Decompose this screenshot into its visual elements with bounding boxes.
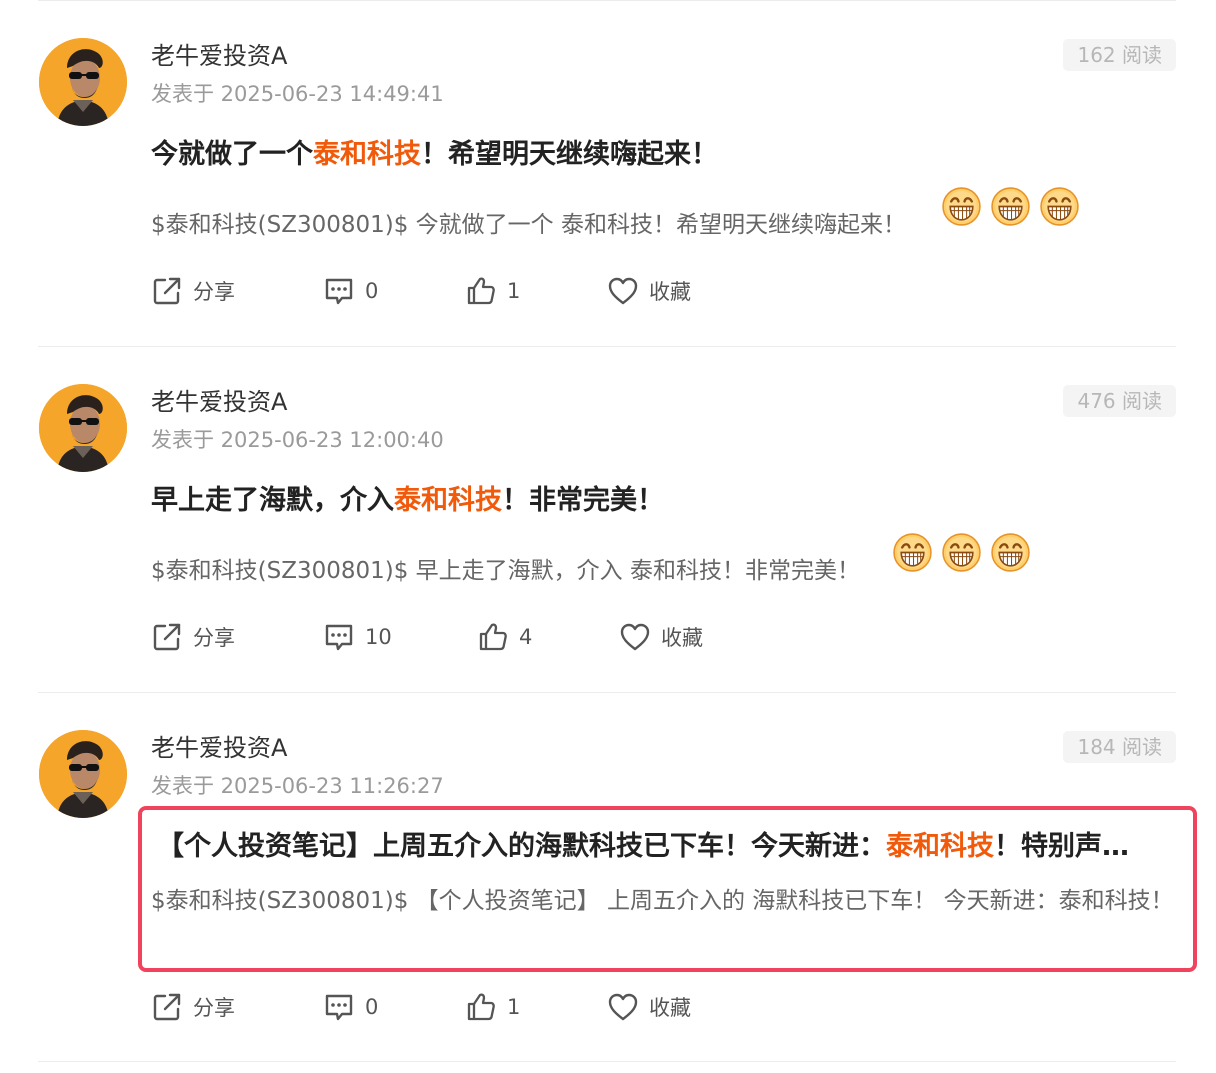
favorite-icon <box>607 275 639 307</box>
like-button[interactable]: 1 <box>465 986 520 1028</box>
favorite-button[interactable]: 收藏 <box>619 616 703 658</box>
like-icon <box>465 275 497 307</box>
favorite-icon <box>619 621 651 653</box>
action-bar: 分享 0 1 收藏 <box>151 986 851 1028</box>
post-content[interactable]: $泰和科技(SZ300801)$ 早上走了海默，介入 泰和科技！非常完美！ <box>151 554 860 588</box>
like-count: 1 <box>507 279 521 303</box>
comment-count: 0 <box>365 995 379 1019</box>
share-label: 分享 <box>193 626 235 650</box>
post-title[interactable]: 【个人投资笔记】上周五介入的海默科技已下车！今天新进：泰和科技！特别声… <box>157 828 1162 866</box>
comment-button[interactable]: 0 <box>323 270 378 312</box>
like-count: 1 <box>507 995 521 1019</box>
post-title[interactable]: 今就做了一个泰和科技！希望明天继续嗨起来！ <box>151 136 718 174</box>
title-text: ！希望明天继续嗨起来！ <box>421 139 718 170</box>
stock-highlight[interactable]: 泰和科技 <box>886 831 994 862</box>
comment-button[interactable]: 10 <box>323 616 392 658</box>
read-count-badge: 162 阅读 <box>1063 39 1176 71</box>
title-text: 【个人投资笔记】上周五介入的海默科技已下车！今天新进： <box>157 831 886 862</box>
author-name[interactable]: 老牛爱投资A <box>151 732 287 764</box>
avatar-image <box>39 730 127 818</box>
favorite-label: 收藏 <box>649 280 691 304</box>
favorite-button[interactable]: 收藏 <box>607 986 691 1028</box>
comment-count: 0 <box>365 279 379 303</box>
like-button[interactable]: 4 <box>477 616 532 658</box>
like-button[interactable]: 1 <box>465 270 520 312</box>
author-name[interactable]: 老牛爱投资A <box>151 40 287 72</box>
comment-icon <box>323 275 355 307</box>
comment-button[interactable]: 0 <box>323 986 378 1028</box>
post-content[interactable]: $泰和科技(SZ300801)$ 【个人投资笔记】 上周五介入的 海默科技已下车… <box>151 880 1181 922</box>
share-button[interactable]: 分享 <box>151 270 235 312</box>
post-content[interactable]: $泰和科技(SZ300801)$ 今就做了一个 泰和科技！希望明天继续嗨起来！ <box>151 208 906 242</box>
author-name[interactable]: 老牛爱投资A <box>151 386 287 418</box>
favorite-icon <box>607 991 639 1023</box>
share-icon <box>151 621 183 653</box>
title-text: 今就做了一个 <box>151 139 313 170</box>
grinning-emoji-icon <box>1039 186 1080 227</box>
like-icon <box>477 621 509 653</box>
action-bar: 分享 10 4 收藏 <box>151 616 851 658</box>
share-button[interactable]: 分享 <box>151 616 235 658</box>
like-icon <box>465 991 497 1023</box>
share-label: 分享 <box>193 280 235 304</box>
share-icon <box>151 275 183 307</box>
favorite-button[interactable]: 收藏 <box>607 270 691 312</box>
avatar[interactable] <box>39 730 127 818</box>
grinning-emoji-icon <box>941 186 982 227</box>
comment-icon <box>323 991 355 1023</box>
comment-icon <box>323 621 355 653</box>
avatar-image <box>39 38 127 126</box>
avatar[interactable] <box>39 384 127 472</box>
grinning-emoji-icon <box>941 532 982 573</box>
title-text: 早上走了海默，介入 <box>151 485 394 516</box>
post-timestamp: 发表于 2025-06-23 14:49:41 <box>151 82 444 106</box>
post-card: 老牛爱投资A 发表于 2025-06-23 14:49:41 162 阅读 今就… <box>0 0 1216 346</box>
comment-count: 10 <box>365 625 392 649</box>
favorite-label: 收藏 <box>661 626 703 650</box>
post-timestamp: 发表于 2025-06-23 12:00:40 <box>151 428 444 452</box>
stock-highlight[interactable]: 泰和科技 <box>394 485 502 516</box>
emoji-group <box>941 186 1080 227</box>
post-divider <box>38 1061 1176 1062</box>
avatar-image <box>39 384 127 472</box>
grinning-emoji-icon <box>990 532 1031 573</box>
title-text: ！非常完美！ <box>502 485 664 516</box>
like-count: 4 <box>519 625 533 649</box>
stock-highlight[interactable]: 泰和科技 <box>313 139 421 170</box>
share-icon <box>151 991 183 1023</box>
avatar[interactable] <box>39 38 127 126</box>
share-button[interactable]: 分享 <box>151 986 235 1028</box>
action-bar: 分享 0 1 收藏 <box>151 270 851 312</box>
post-timestamp: 发表于 2025-06-23 11:26:27 <box>151 774 444 798</box>
share-label: 分享 <box>193 996 235 1020</box>
post-title[interactable]: 早上走了海默，介入泰和科技！非常完美！ <box>151 482 664 520</box>
grinning-emoji-icon <box>990 186 1031 227</box>
grinning-emoji-icon <box>892 532 933 573</box>
emoji-group <box>892 532 1031 573</box>
read-count-badge: 476 阅读 <box>1063 385 1176 417</box>
favorite-label: 收藏 <box>649 996 691 1020</box>
title-text: ！特别声… <box>994 831 1129 862</box>
post-card: 老牛爱投资A 发表于 2025-06-23 12:00:40 476 阅读 早上… <box>0 346 1216 692</box>
read-count-badge: 184 阅读 <box>1063 731 1176 763</box>
